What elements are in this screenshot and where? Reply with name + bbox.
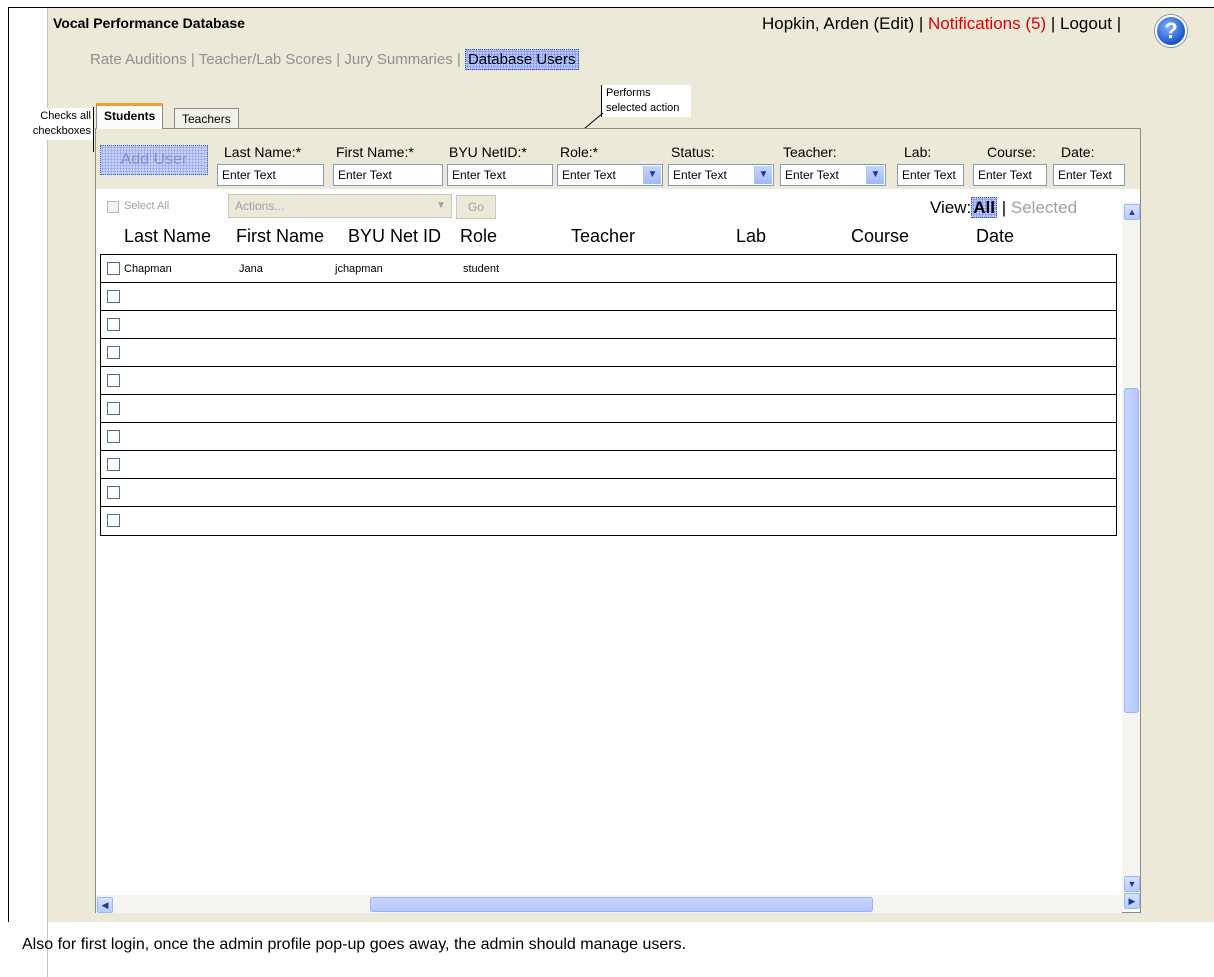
main-nav: Rate Auditions | Teacher/Lab Scores | Ju… (90, 49, 579, 70)
view-selected-link[interactable]: Selected (1011, 198, 1077, 217)
last-name-input[interactable]: Enter Text (217, 164, 324, 186)
status-select-value: Enter Text (673, 168, 727, 182)
chevron-down-icon[interactable]: ▼ (643, 166, 661, 184)
cell-last-name: Chapman (124, 263, 172, 275)
cell-netid: jchapman (335, 263, 383, 275)
view-toggle: View: All | Selected (930, 197, 1077, 218)
tab-students[interactable]: Students (96, 103, 164, 129)
app-title: Vocal Performance Database (53, 15, 245, 31)
column-header-last-name[interactable]: Last Name (124, 226, 211, 247)
logout-link[interactable]: Logout (1060, 14, 1112, 33)
filter-label-status: Status: (671, 144, 715, 160)
separator: | (1046, 14, 1060, 33)
annotation-performs-action: Performs selected action (601, 85, 691, 117)
column-header-date[interactable]: Date (976, 226, 1014, 247)
separator: | (452, 51, 465, 68)
nav-rate-auditions[interactable]: Rate Auditions (90, 51, 187, 68)
row-checkbox[interactable] (107, 430, 120, 443)
tab-teachers[interactable]: Teachers (174, 108, 239, 128)
separator: | (997, 198, 1011, 217)
filter-label-netid: BYU NetID:* (449, 144, 527, 160)
arrow-left-icon[interactable]: ◀ (97, 897, 113, 913)
table-row (101, 395, 1116, 423)
users-table: Chapman Jana jchapman student (100, 254, 1117, 536)
row-checkbox[interactable] (107, 374, 120, 387)
arrow-up-icon[interactable]: ▲ (1124, 204, 1140, 220)
separator: | (332, 51, 345, 68)
notifications-link[interactable]: Notifications (5) (928, 14, 1046, 33)
row-checkbox[interactable] (107, 486, 120, 499)
separator: | (186, 51, 199, 68)
view-all-link[interactable]: All (971, 197, 997, 218)
teacher-select-value: Enter Text (785, 168, 839, 182)
row-checkbox[interactable] (107, 458, 120, 471)
column-header-role[interactable]: Role (460, 226, 497, 247)
table-row (101, 507, 1116, 535)
select-all-label: Select All (124, 200, 170, 212)
row-checkbox[interactable] (107, 514, 120, 527)
netid-input[interactable]: Enter Text (447, 164, 553, 186)
filter-label-last-name: Last Name:* (224, 144, 302, 160)
role-select-value: Enter Text (562, 168, 616, 182)
teacher-select[interactable]: Enter Text ▼ (780, 164, 886, 186)
user-bar: Hopkin, Arden (Edit) | Notifications (5)… (762, 14, 1121, 34)
arrow-down-icon[interactable]: ▼ (1124, 876, 1140, 892)
column-header-course[interactable]: Course (851, 226, 909, 247)
vertical-scroll-thumb[interactable] (1124, 388, 1139, 713)
chevron-down-icon[interactable]: ▼ (433, 197, 449, 215)
nav-teacher-lab-scores[interactable]: Teacher/Lab Scores (199, 51, 332, 68)
row-checkbox[interactable] (107, 402, 120, 415)
column-header-lab[interactable]: Lab (736, 226, 766, 247)
table-row (101, 311, 1116, 339)
help-icon[interactable]: ? (1155, 15, 1187, 47)
table-row (101, 283, 1116, 311)
footer-note: Also for first login, once the admin pro… (22, 936, 687, 953)
column-header-netid[interactable]: BYU Net ID (348, 226, 441, 247)
add-user-button[interactable]: Add User (100, 145, 208, 175)
course-input[interactable]: Enter Text (973, 164, 1047, 186)
table-row (101, 367, 1116, 395)
chevron-down-icon[interactable]: ▼ (866, 166, 884, 184)
table-row (101, 479, 1116, 507)
row-checkbox[interactable] (107, 318, 120, 331)
separator: | (914, 14, 929, 33)
annotation-checks-all: Checks all checkboxes (23, 108, 93, 140)
filter-label-role: Role:* (560, 144, 599, 160)
go-button[interactable]: Go (456, 195, 496, 219)
chevron-down-icon[interactable]: ▼ (754, 166, 772, 184)
nav-jury-summaries[interactable]: Jury Summaries (344, 51, 452, 68)
filter-label-first-name: First Name:* (336, 144, 414, 160)
select-all-checkbox[interactable] (107, 201, 119, 213)
column-header-teacher[interactable]: Teacher (571, 226, 635, 247)
column-header-first-name[interactable]: First Name (236, 226, 324, 247)
role-select[interactable]: Enter Text ▼ (557, 164, 663, 186)
lab-input[interactable]: Enter Text (897, 164, 964, 186)
row-checkbox[interactable] (107, 262, 120, 275)
table-row (101, 451, 1116, 479)
table-row (101, 339, 1116, 367)
frame-border-left (8, 7, 9, 977)
table-row: Chapman Jana jchapman student (101, 255, 1116, 283)
nav-database-users[interactable]: Database Users (464, 49, 579, 70)
view-label: View: (930, 198, 972, 217)
cell-first-name: Jana (239, 263, 263, 275)
row-checkbox[interactable] (107, 346, 120, 359)
arrow-right-icon[interactable]: ▶ (1124, 893, 1140, 909)
separator: | (1112, 14, 1122, 33)
row-checkbox[interactable] (107, 290, 120, 303)
horizontal-scroll-thumb[interactable] (370, 897, 873, 912)
date-input[interactable]: Enter Text (1053, 164, 1125, 186)
status-select[interactable]: Enter Text ▼ (668, 164, 774, 186)
annotation-border (93, 107, 94, 152)
filter-label-teacher: Teacher: (783, 144, 837, 160)
filter-label-course: Course: (987, 144, 1037, 160)
cell-role: student (463, 263, 500, 275)
first-name-input[interactable]: Enter Text (333, 164, 443, 186)
table-row (101, 423, 1116, 451)
actions-select[interactable]: Actions... ▼ (228, 194, 452, 218)
actions-select-value: Actions... (235, 199, 285, 213)
user-name-link[interactable]: Hopkin, Arden (Edit) (762, 14, 914, 33)
filter-label-lab: Lab: (904, 144, 932, 160)
filter-label-date: Date: (1061, 144, 1095, 160)
